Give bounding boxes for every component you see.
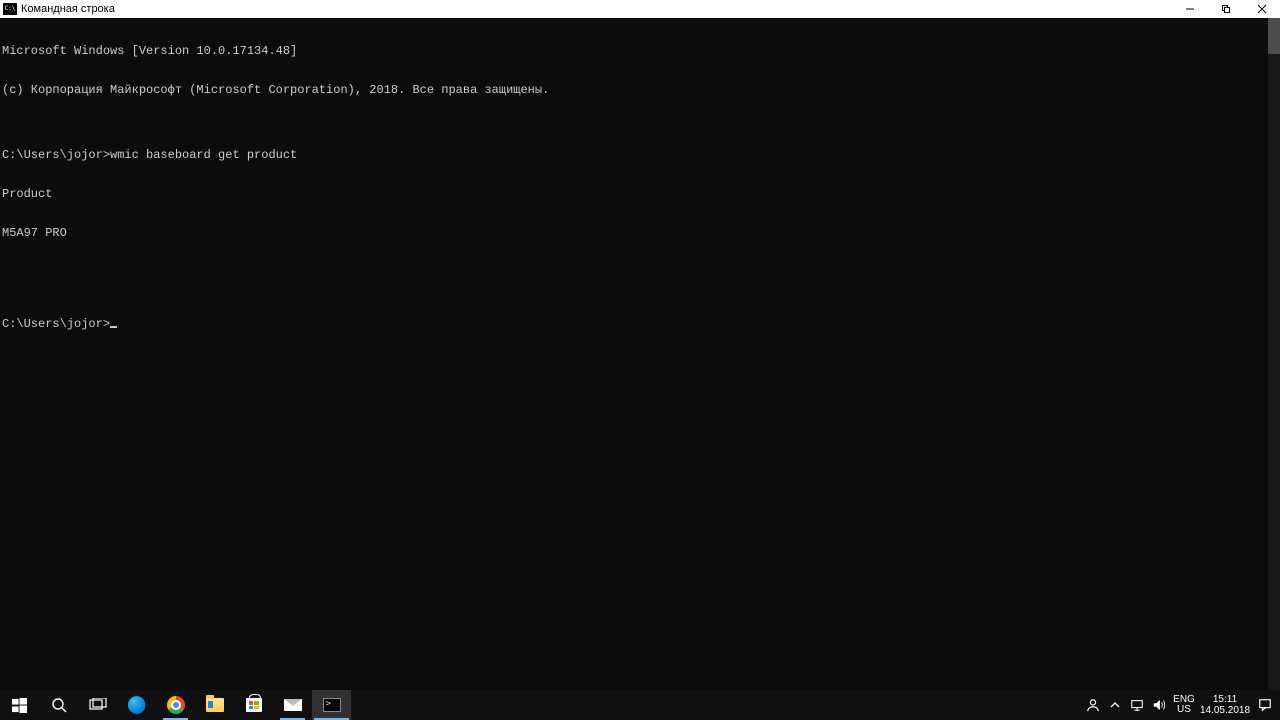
cmd-icon — [3, 3, 17, 15]
terminal-line: M5A97 PRO — [2, 227, 1280, 240]
window-title: Командная строка — [21, 3, 115, 15]
edge-icon — [128, 696, 146, 714]
taskbar-chrome[interactable] — [156, 690, 195, 720]
terminal-prompt: C:\Users\jojor> — [2, 317, 110, 331]
mail-icon — [284, 699, 302, 711]
chrome-icon — [167, 696, 185, 714]
task-view-button[interactable] — [78, 690, 117, 720]
scrollbar[interactable] — [1268, 18, 1280, 690]
clock-date: 14.05.2018 — [1200, 705, 1250, 716]
cmd-icon — [323, 698, 341, 712]
taskbar-spacer — [351, 690, 1082, 720]
taskbar-file-explorer[interactable] — [195, 690, 234, 720]
volume-icon — [1152, 698, 1166, 712]
terminal-line: Microsoft Windows [Version 10.0.17134.48… — [2, 45, 1280, 58]
taskbar: ENG US 15:11 14.05.2018 — [0, 690, 1280, 720]
system-tray: ENG US 15:11 14.05.2018 — [1082, 690, 1280, 720]
scrollbar-thumb[interactable] — [1268, 18, 1280, 54]
taskbar-store[interactable] — [234, 690, 273, 720]
clock-time: 15:11 — [1213, 694, 1237, 705]
task-view-icon — [89, 698, 107, 712]
clock-button[interactable]: 15:11 14.05.2018 — [1198, 694, 1252, 716]
window-titlebar: Командная строка — [0, 0, 1280, 18]
action-center-button[interactable] — [1252, 690, 1278, 720]
terminal-line: C:\Users\jojor>wmic baseboard get produc… — [2, 149, 1280, 162]
network-button[interactable] — [1126, 690, 1148, 720]
language-button[interactable]: ENG US — [1170, 695, 1198, 715]
people-icon — [1086, 698, 1100, 712]
search-icon — [51, 697, 67, 713]
cursor-icon — [110, 326, 117, 328]
volume-button[interactable] — [1148, 690, 1170, 720]
taskbar-command-prompt[interactable] — [312, 690, 351, 720]
terminal-line: (c) Корпорация Майкрософт (Microsoft Cor… — [2, 84, 1280, 97]
maximize-button[interactable] — [1208, 0, 1244, 18]
store-icon — [246, 698, 262, 712]
close-button[interactable] — [1244, 0, 1280, 18]
action-center-icon — [1258, 698, 1272, 712]
network-icon — [1130, 698, 1144, 712]
taskbar-edge[interactable] — [117, 690, 156, 720]
start-button[interactable] — [0, 690, 39, 720]
tray-chevron[interactable] — [1104, 690, 1126, 720]
search-button[interactable] — [39, 690, 78, 720]
taskbar-mail[interactable] — [273, 690, 312, 720]
folder-icon — [206, 698, 224, 712]
windows-icon — [12, 698, 27, 713]
language-secondary: US — [1177, 705, 1191, 715]
people-button[interactable] — [1082, 690, 1104, 720]
minimize-button[interactable] — [1172, 0, 1208, 18]
terminal-line: Product — [2, 188, 1280, 201]
window-controls — [1172, 0, 1280, 18]
terminal[interactable]: Microsoft Windows [Version 10.0.17134.48… — [0, 18, 1280, 690]
terminal-prompt-line: C:\Users\jojor> — [2, 318, 1280, 331]
chevron-up-icon — [1110, 700, 1120, 710]
